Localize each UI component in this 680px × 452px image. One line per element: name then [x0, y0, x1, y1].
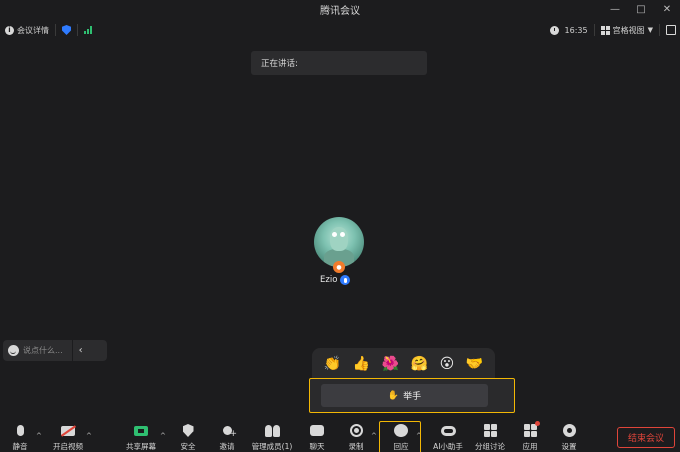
- record-button[interactable]: 录制: [344, 418, 368, 452]
- video-options-caret-icon[interactable]: ^: [86, 432, 92, 440]
- participant-name: Ezio: [320, 275, 338, 285]
- minimize-button[interactable]: —: [602, 0, 628, 18]
- wow-emoji-button[interactable]: 😮: [440, 357, 455, 371]
- window-controls: — □ ✕: [602, 0, 680, 18]
- end-meeting-button[interactable]: 结束会议: [617, 427, 675, 448]
- record-options-caret-icon[interactable]: ^: [371, 432, 377, 440]
- microphone-icon: [16, 425, 24, 436]
- invite-button[interactable]: 邀请: [215, 418, 239, 452]
- close-button[interactable]: ✕: [654, 0, 680, 18]
- clock-icon: [549, 25, 559, 35]
- manage-members-button[interactable]: 管理成员(1): [248, 418, 296, 452]
- breakout-icon: [483, 424, 497, 437]
- network-signal-icon[interactable]: [84, 26, 92, 34]
- meeting-time: 16:35: [564, 25, 588, 35]
- members-icon: [264, 424, 280, 437]
- start-video-button[interactable]: 开启视频: [50, 418, 86, 452]
- audio-options-caret-icon[interactable]: ^: [36, 432, 42, 440]
- thumbs-up-emoji-button[interactable]: 👍: [353, 357, 370, 371]
- apps-button[interactable]: 应用: [518, 418, 542, 452]
- share-screen-button[interactable]: 共享屏幕: [123, 418, 159, 452]
- security-shield-icon[interactable]: [62, 25, 71, 35]
- info-icon: i: [5, 25, 14, 35]
- apps-grid-icon: [523, 421, 540, 437]
- gear-icon: [562, 424, 576, 437]
- chat-bubble-icon: [310, 425, 324, 436]
- ai-assistant-icon: [440, 425, 456, 436]
- participant-avatar[interactable]: [314, 217, 364, 267]
- react-button-highlight: [379, 421, 421, 452]
- record-icon: [349, 424, 363, 437]
- maximize-button[interactable]: □: [628, 0, 654, 18]
- speaking-mic-icon: ●: [333, 261, 345, 273]
- chat-placeholder[interactable]: 说点什么...: [23, 345, 63, 356]
- chat-quick-input[interactable]: 说点什么... ‹: [3, 340, 107, 361]
- participant-name-tag: Ezio: [320, 275, 351, 285]
- raise-hand-label: 举手: [403, 392, 422, 402]
- meeting-details-label: 会议详情: [17, 25, 49, 35]
- chat-button[interactable]: 聊天: [305, 418, 329, 452]
- ai-assistant-button[interactable]: AI小助手: [429, 418, 467, 452]
- mute-button[interactable]: 静音: [6, 418, 34, 452]
- meeting-details-button[interactable]: i 会议详情: [5, 25, 49, 36]
- divider: [593, 24, 595, 36]
- speaking-label: 正在讲话:: [261, 59, 298, 69]
- share-options-caret-icon[interactable]: ^: [160, 432, 166, 440]
- bottom-toolbar: 静音 ^ 开启视频 ^ 共享屏幕 ^ 安全 邀请 管理成员(1) 聊天 录制 ^…: [0, 418, 680, 452]
- add-user-icon: [222, 426, 237, 439]
- view-mode-dropdown[interactable]: 宫格视图 ▼: [600, 25, 653, 36]
- emoji-icon[interactable]: [8, 345, 19, 356]
- meeting-info-bar: i 会议详情 16:35 宫格视图 ▼: [0, 20, 680, 40]
- divider: [55, 24, 56, 36]
- share-screen-icon: [134, 425, 148, 436]
- view-mode-label: 宫格视图: [612, 25, 645, 35]
- raise-hand-button[interactable]: ✋ 举手: [321, 384, 488, 407]
- divider: [659, 24, 660, 36]
- collapse-chevron-icon[interactable]: ‹: [73, 345, 89, 356]
- camera-off-icon: [61, 425, 75, 436]
- clap-emoji-button[interactable]: 👏: [324, 357, 341, 371]
- hug-emoji-button[interactable]: 🤗: [411, 357, 428, 371]
- settings-button[interactable]: 设置: [557, 418, 581, 452]
- flower-emoji-button[interactable]: 🌺: [382, 357, 399, 371]
- caret-down-icon: ▼: [647, 26, 653, 34]
- security-button[interactable]: 安全: [176, 418, 200, 452]
- reaction-panel: 👏 👍 🌺 🤗 😮 🤝: [312, 348, 495, 380]
- title-bar: 腾讯会议 — □ ✕: [0, 0, 680, 18]
- fullscreen-icon[interactable]: [666, 25, 676, 35]
- grid-view-icon: [600, 25, 610, 35]
- speaking-indicator: 正在讲话:: [251, 51, 427, 75]
- breakout-rooms-button[interactable]: 分组讨论: [472, 418, 508, 452]
- mic-on-icon: [340, 275, 351, 285]
- shield-icon: [182, 424, 194, 437]
- divider: [77, 24, 78, 36]
- raise-hand-icon: ✋: [387, 390, 400, 401]
- handshake-emoji-button[interactable]: 🤝: [466, 357, 483, 371]
- window-title: 腾讯会议: [320, 5, 360, 17]
